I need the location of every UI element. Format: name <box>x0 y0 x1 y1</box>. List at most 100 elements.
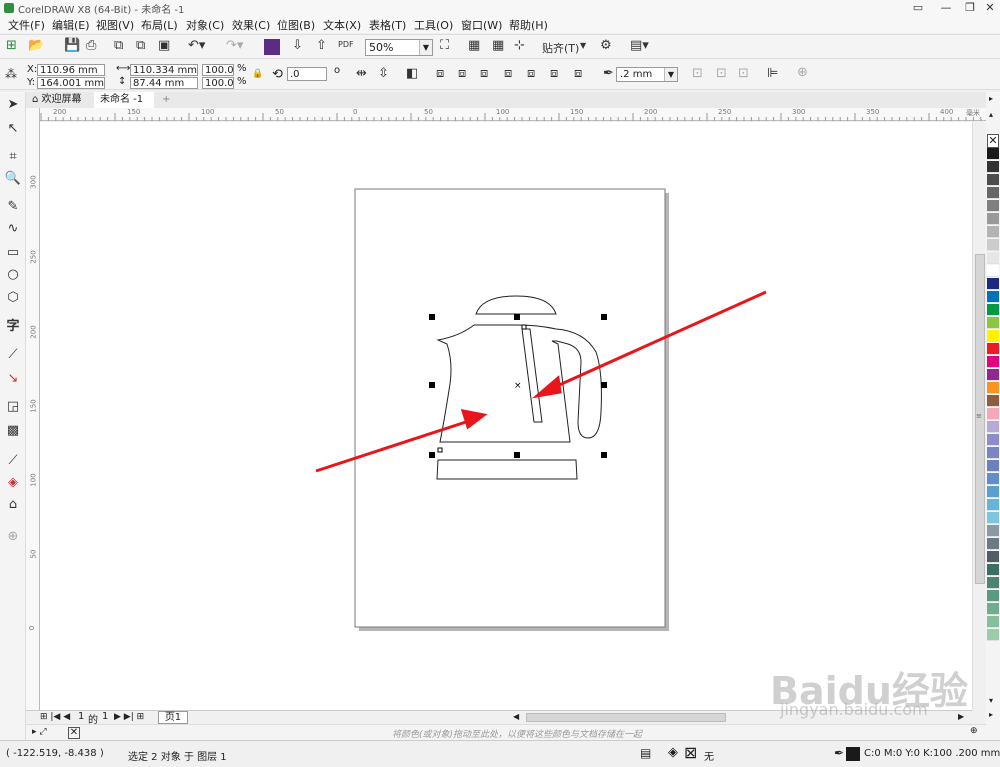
palette-swatch[interactable] <box>987 486 999 498</box>
palette-swatch[interactable] <box>987 447 999 459</box>
height-field[interactable]: 87.44 mm <box>130 77 198 89</box>
new-document-icon[interactable]: ⊞ <box>6 38 17 53</box>
options-gear-icon[interactable]: ⚙ <box>600 38 612 53</box>
color-proof-icon[interactable]: ▤ <box>640 746 651 760</box>
palette-swatch[interactable] <box>987 473 999 485</box>
rotation-angle-field[interactable]: .0 <box>287 67 327 81</box>
menu-view[interactable]: 视图(V) <box>96 17 134 33</box>
palette-swatch[interactable] <box>987 577 999 589</box>
palette-swatch[interactable] <box>987 356 999 368</box>
horizontal-ruler[interactable]: 200 150 100 50 0 50 100 150 200 250 300 … <box>40 108 988 121</box>
front-minus-back-icon[interactable]: ⧈ <box>527 66 535 81</box>
add-tab-button[interactable]: + <box>156 92 172 108</box>
palette-swatch[interactable] <box>987 226 999 238</box>
palette-swatch[interactable] <box>987 304 999 316</box>
first-page-icon[interactable]: ⊞ |◀ ◀ <box>40 712 70 722</box>
eyedropper-tool-icon[interactable]: ⟋ <box>4 452 22 470</box>
palette-swatch[interactable] <box>987 343 999 355</box>
lock-ratio-icon[interactable]: 🔒 <box>252 69 263 79</box>
palette-swatch[interactable] <box>987 200 999 212</box>
search-content-icon[interactable] <box>264 39 280 55</box>
palette-swatch[interactable] <box>987 460 999 472</box>
next-page-icon[interactable]: ▶ ▶| ⊞ <box>114 712 144 722</box>
import-icon[interactable]: ⇩ <box>292 38 303 53</box>
show-rulers-icon[interactable]: ▦ <box>468 38 480 53</box>
outline-color-swatch[interactable] <box>846 747 860 761</box>
add-icon[interactable]: ⊕ <box>797 65 808 80</box>
undo-icon[interactable]: ↶▾ <box>188 38 205 53</box>
palette-swatch[interactable] <box>987 564 999 576</box>
full-screen-icon[interactable]: ⛶ <box>440 38 449 53</box>
copy-icon[interactable]: ⧉ <box>136 38 145 53</box>
menu-layout[interactable]: 布局(L) <box>141 17 178 33</box>
palette-swatch[interactable] <box>987 330 999 342</box>
palette-swatch[interactable] <box>987 499 999 511</box>
palette-swatch[interactable] <box>987 291 999 303</box>
menu-effects[interactable]: 效果(C) <box>232 17 270 33</box>
drop-shadow-icon[interactable]: ◲ <box>4 398 22 416</box>
save-icon[interactable]: 💾 <box>64 38 80 53</box>
ungroup-icon[interactable]: ⊡ <box>716 66 727 81</box>
zoom-tool-icon[interactable]: 🔍 <box>4 170 22 188</box>
document-palette-arrows-icon[interactable]: ▸ ⤢ <box>32 727 47 737</box>
y-position-field[interactable]: 164.001 mm <box>37 77 105 89</box>
close-icon[interactable]: ✕ <box>978 0 1000 16</box>
palette-swatch[interactable] <box>987 525 999 537</box>
palette-swatch[interactable] <box>987 278 999 290</box>
palette-swatch[interactable] <box>987 174 999 186</box>
artistic-media-icon[interactable]: ∿ <box>4 220 22 238</box>
align-distribute-icon[interactable]: ⊫ <box>767 66 778 81</box>
document-palette[interactable]: ▸ ⤢ ✕ 将颜色(或对象)拖动至此处，以便将这些颜色与文档存储在一起 ⊕ <box>26 724 986 740</box>
palette-swatch[interactable] <box>987 629 999 641</box>
palette-swatch[interactable] <box>987 408 999 420</box>
text-tool-icon[interactable]: 字 <box>4 318 22 336</box>
mirror-vertical-icon[interactable]: ⇳ <box>378 66 389 81</box>
combine-icon[interactable]: ◧ <box>406 66 418 81</box>
simplify-icon[interactable]: ⧈ <box>504 66 512 81</box>
palette-swatch[interactable] <box>987 382 999 394</box>
no-color-swatch[interactable]: ✕ <box>68 727 80 739</box>
palette-swatch[interactable] <box>987 252 999 264</box>
x-position-field[interactable]: 110.96 mm <box>37 64 105 76</box>
palette-swatch[interactable] <box>987 395 999 407</box>
menu-object[interactable]: 对象(C) <box>186 17 224 33</box>
rectangle-tool-icon[interactable]: ▭ <box>4 244 22 262</box>
palette-swatch[interactable] <box>987 421 999 433</box>
menu-tools[interactable]: 工具(O) <box>414 17 453 33</box>
palette-swatch[interactable] <box>987 148 999 160</box>
snap-to-menu[interactable]: 贴齐(T) <box>542 40 579 56</box>
palette-swatch[interactable] <box>987 187 999 199</box>
ellipse-tool-icon[interactable]: ○ <box>4 266 22 284</box>
palette-swatch[interactable] <box>987 603 999 615</box>
pick-tool-icon[interactable]: ➤ <box>4 96 22 114</box>
crop-tool-icon[interactable]: ⌗ <box>4 148 22 166</box>
interactive-fill-icon[interactable]: ◈ <box>4 474 22 492</box>
scale-height-field[interactable]: 100.0 <box>202 77 234 89</box>
smart-fill-icon[interactable]: ⌂ <box>4 496 22 514</box>
vertical-ruler[interactable]: 300 250 200 150 100 50 0 <box>26 108 40 710</box>
redo-icon[interactable]: ↷▾ <box>226 38 243 53</box>
palette-scroll-up-icon[interactable]: ▸ <box>989 94 993 103</box>
menu-bitmaps[interactable]: 位图(B) <box>277 17 315 33</box>
palette-swatch[interactable] <box>987 239 999 251</box>
menu-help[interactable]: 帮助(H) <box>509 17 548 33</box>
menu-edit[interactable]: 编辑(E) <box>52 17 90 33</box>
scroll-left-icon[interactable]: ◀ <box>513 712 519 721</box>
palette-swatch[interactable] <box>987 369 999 381</box>
no-color-swatch[interactable]: ✕ <box>987 134 999 148</box>
drawing-canvas[interactable]: × <box>40 122 972 710</box>
weld-icon[interactable]: ⧈ <box>436 66 444 81</box>
palette-swatch[interactable] <box>987 551 999 563</box>
back-minus-front-icon[interactable]: ⧈ <box>550 66 558 81</box>
intersect-icon[interactable]: ⧈ <box>480 66 488 81</box>
outline-width-select[interactable]: .2 mm ▼ <box>616 67 678 82</box>
menu-file[interactable]: 文件(F) <box>8 17 45 33</box>
palette-swatch[interactable] <box>987 213 999 225</box>
shape-tool-icon[interactable]: ↖ <box>4 120 22 138</box>
zoom-small-icon[interactable]: ⊕ <box>970 726 978 736</box>
palette-flyout-icon[interactable]: ▸ <box>989 710 993 719</box>
horizontal-scrollbar-thumb[interactable] <box>526 713 726 722</box>
palette-swatch[interactable] <box>987 590 999 602</box>
menu-window[interactable]: 窗口(W) <box>461 17 502 33</box>
transparency-tool-icon[interactable]: ▩ <box>4 422 22 440</box>
